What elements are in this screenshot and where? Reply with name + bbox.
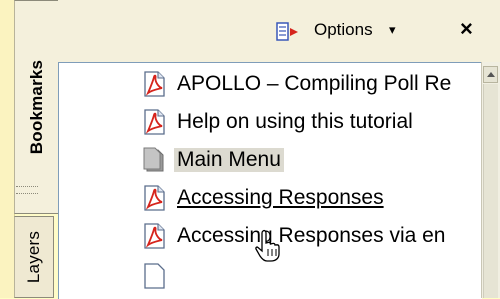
- pdf-bookmark-icon: [144, 263, 165, 289]
- bookmarks-header: Options ▾ ×: [58, 0, 500, 62]
- pdf-bookmark-icon: [144, 223, 165, 249]
- tab-resize-grip[interactable]: [16, 186, 38, 194]
- list-item[interactable]: APOLLO – Compiling Poll Re: [59, 65, 482, 101]
- scroll-up-arrow-icon[interactable]: [483, 66, 498, 83]
- hand-cursor-icon: [255, 229, 280, 262]
- pdf-bookmark-icon: [144, 185, 165, 211]
- tab-bookmarks[interactable]: Bookmarks: [14, 0, 58, 214]
- list-item[interactable]: Help on using this tutorial: [59, 103, 482, 139]
- bookmark-label: APOLLO – Compiling Poll Re: [177, 72, 452, 95]
- chevron-down-icon[interactable]: ▾: [389, 22, 396, 38]
- pdf-bookmark-icon: [144, 71, 165, 97]
- list-item[interactable]: Accessing Responses: [59, 179, 482, 215]
- tab-bookmarks-label: Bookmarks: [26, 59, 46, 155]
- bookmark-label: Main Menu: [174, 148, 284, 172]
- panel-left-edge: [0, 0, 15, 298]
- bookmark-label: Accessing Responses via en: [177, 224, 446, 247]
- bookmark-list[interactable]: APOLLO – Compiling Poll Re Help on using…: [58, 62, 482, 299]
- pdf-bookmark-icon: [144, 109, 165, 135]
- options-menu-icon[interactable]: [276, 22, 302, 42]
- list-item[interactable]: Main Menu: [59, 141, 482, 177]
- options-menu-button[interactable]: Options: [314, 20, 373, 40]
- close-icon[interactable]: ×: [460, 16, 473, 42]
- gray-bookmark-icon: [143, 147, 164, 172]
- bookmark-label: Help on using this tutorial: [177, 110, 413, 133]
- scrollbar-thumb[interactable]: [483, 84, 498, 298]
- bookmark-label: Accessing Responses: [177, 186, 384, 209]
- tab-layers[interactable]: Layers: [14, 216, 54, 298]
- tab-layers-label: Layers: [24, 230, 43, 284]
